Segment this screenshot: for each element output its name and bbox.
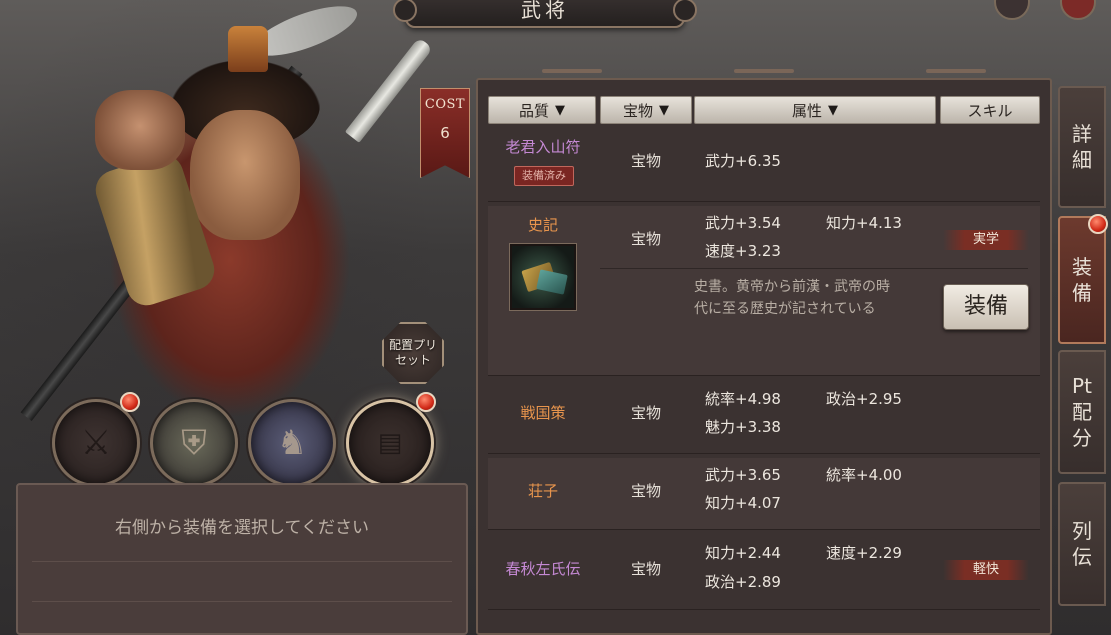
hero-headpiece	[228, 26, 268, 72]
item-type: 宝物	[630, 482, 661, 500]
item-stat: 武力+3.65	[705, 466, 781, 484]
book-scroll-icon	[509, 243, 577, 311]
tab-biography-label-1: 列	[1072, 519, 1092, 543]
equip-button[interactable]: 装備	[943, 284, 1029, 330]
skill-tag: 軽快	[943, 560, 1029, 580]
select-equipment-message: 右側から装備を選択してください	[115, 518, 369, 538]
tab-details[interactable]: 詳 細	[1058, 86, 1106, 208]
table-row[interactable]: 戦国策 宝物 統率+4.98 政治+2.95 魅力+3.38	[488, 380, 1040, 454]
item-stat: 武力+3.54	[705, 214, 781, 232]
tab-details-label-2: 細	[1072, 148, 1092, 172]
table-row[interactable]: 春秋左氏伝 宝物 知力+2.44 速度+2.29 政治+2.89 軽快	[488, 534, 1040, 610]
panel-ornament	[476, 64, 1052, 78]
divider	[32, 561, 452, 562]
tab-biography-label-2: 伝	[1072, 545, 1092, 569]
item-type: 宝物	[630, 230, 661, 248]
skill-header: スキル	[940, 96, 1040, 124]
item-stat: 統率+4.00	[826, 466, 902, 484]
cost-value: 6	[440, 124, 450, 142]
equipment-tab-notice-dot	[1088, 214, 1108, 234]
sort-down-icon: ▼	[828, 102, 838, 118]
menu-icon[interactable]	[994, 0, 1030, 20]
close-icon[interactable]	[1060, 0, 1096, 20]
skill-tag: 実学	[943, 230, 1029, 250]
armor-icon: ⛨	[181, 423, 207, 463]
item-name: 老君入山符	[505, 138, 581, 156]
item-type: 宝物	[630, 404, 661, 422]
sort-quality-button[interactable]: 品質 ▼	[488, 96, 596, 124]
horse-icon: ♞	[276, 423, 308, 463]
item-stat: 知力+4.13	[826, 214, 902, 232]
sort-down-icon: ▼	[659, 102, 669, 118]
tab-pt-label-3: 分	[1072, 426, 1092, 450]
armor-slot[interactable]: ⛨	[150, 399, 238, 487]
item-stat: 速度+3.23	[705, 242, 781, 260]
tab-equipment-label-2: 備	[1072, 281, 1092, 305]
item-description-line-1: 史書。黄帝から前漢・武帝の時	[694, 279, 890, 295]
hero-fist	[95, 90, 185, 170]
skill-header-label: スキル	[967, 101, 1013, 120]
item-description-line-2: 代に至る歴史が記されている	[694, 301, 876, 317]
item-description: 史書。黄帝から前漢・武帝の時 代に至る歴史が記されている	[694, 276, 934, 320]
table-row[interactable]: 荘子 宝物 武力+3.65 統率+4.00 知力+4.07	[488, 458, 1040, 530]
treasure-header-label: 宝物	[622, 101, 653, 120]
weapon-slot[interactable]: ⚔	[52, 399, 140, 487]
equipped-badge: 装備済み	[514, 166, 574, 186]
tab-biography[interactable]: 列 伝	[1058, 482, 1106, 606]
item-stat: 統率+4.98	[705, 390, 781, 408]
tab-point-allocation[interactable]: Pt 配 分	[1058, 350, 1106, 474]
table-row[interactable]: 老君入山符 装備済み 宝物 武力+6.35	[488, 130, 1040, 202]
preset-label-line-1: 配置プリ	[388, 338, 437, 352]
equipment-detail-panel: 右側から装備を選択してください	[16, 483, 468, 635]
item-stat: 知力+4.07	[705, 494, 781, 512]
tab-equipment[interactable]: 装 備	[1058, 216, 1106, 344]
tab-details-label-1: 詳	[1072, 122, 1092, 146]
mount-slot[interactable]: ♞	[248, 399, 336, 487]
item-stat: 知力+2.44	[705, 544, 781, 562]
item-name: 荘子	[527, 482, 558, 500]
tab-equipment-label-1: 装	[1072, 255, 1092, 279]
hero-face	[190, 110, 300, 240]
weapon-notice-dot	[120, 392, 140, 412]
attribute-header-label: 属性	[791, 101, 822, 120]
sort-attribute-button[interactable]: 属性 ▼	[694, 96, 936, 124]
treasure-book-icon: ▤	[377, 428, 403, 458]
item-stat: 政治+2.89	[705, 573, 781, 591]
item-stat: 武力+6.35	[705, 152, 781, 170]
treasure-notice-dot	[416, 392, 436, 412]
item-stat: 魅力+3.38	[705, 418, 781, 436]
item-name: 春秋左氏伝	[505, 560, 581, 578]
sort-down-icon: ▼	[555, 102, 565, 118]
item-name: 戦国策	[520, 404, 566, 422]
item-type: 宝物	[630, 152, 661, 170]
divider	[600, 268, 1028, 269]
crossed-swords-icon: ⚔	[80, 423, 112, 463]
cost-label: COST	[424, 97, 466, 112]
sort-treasure-button[interactable]: 宝物 ▼	[600, 96, 692, 124]
divider	[32, 601, 452, 602]
quality-header-label: 品質	[518, 101, 549, 120]
item-stat: 速度+2.29	[826, 544, 902, 562]
item-stat: 政治+2.95	[826, 390, 902, 408]
cost-badge: COST 6	[420, 88, 470, 178]
treasure-slot[interactable]: ▤	[346, 399, 434, 487]
tab-pt-label-2: 配	[1072, 400, 1092, 424]
item-name: 史記	[527, 216, 558, 234]
page-title-text: 武将	[521, 0, 569, 22]
table-row-selected[interactable]: 史記 宝物 武力+3.54 知力+4.13 速度+3.23 実学 史書。黄帝から…	[488, 206, 1040, 376]
preset-label-line-2: セット	[394, 353, 431, 367]
item-type: 宝物	[630, 560, 661, 578]
tab-pt-label-1: Pt	[1072, 374, 1092, 398]
